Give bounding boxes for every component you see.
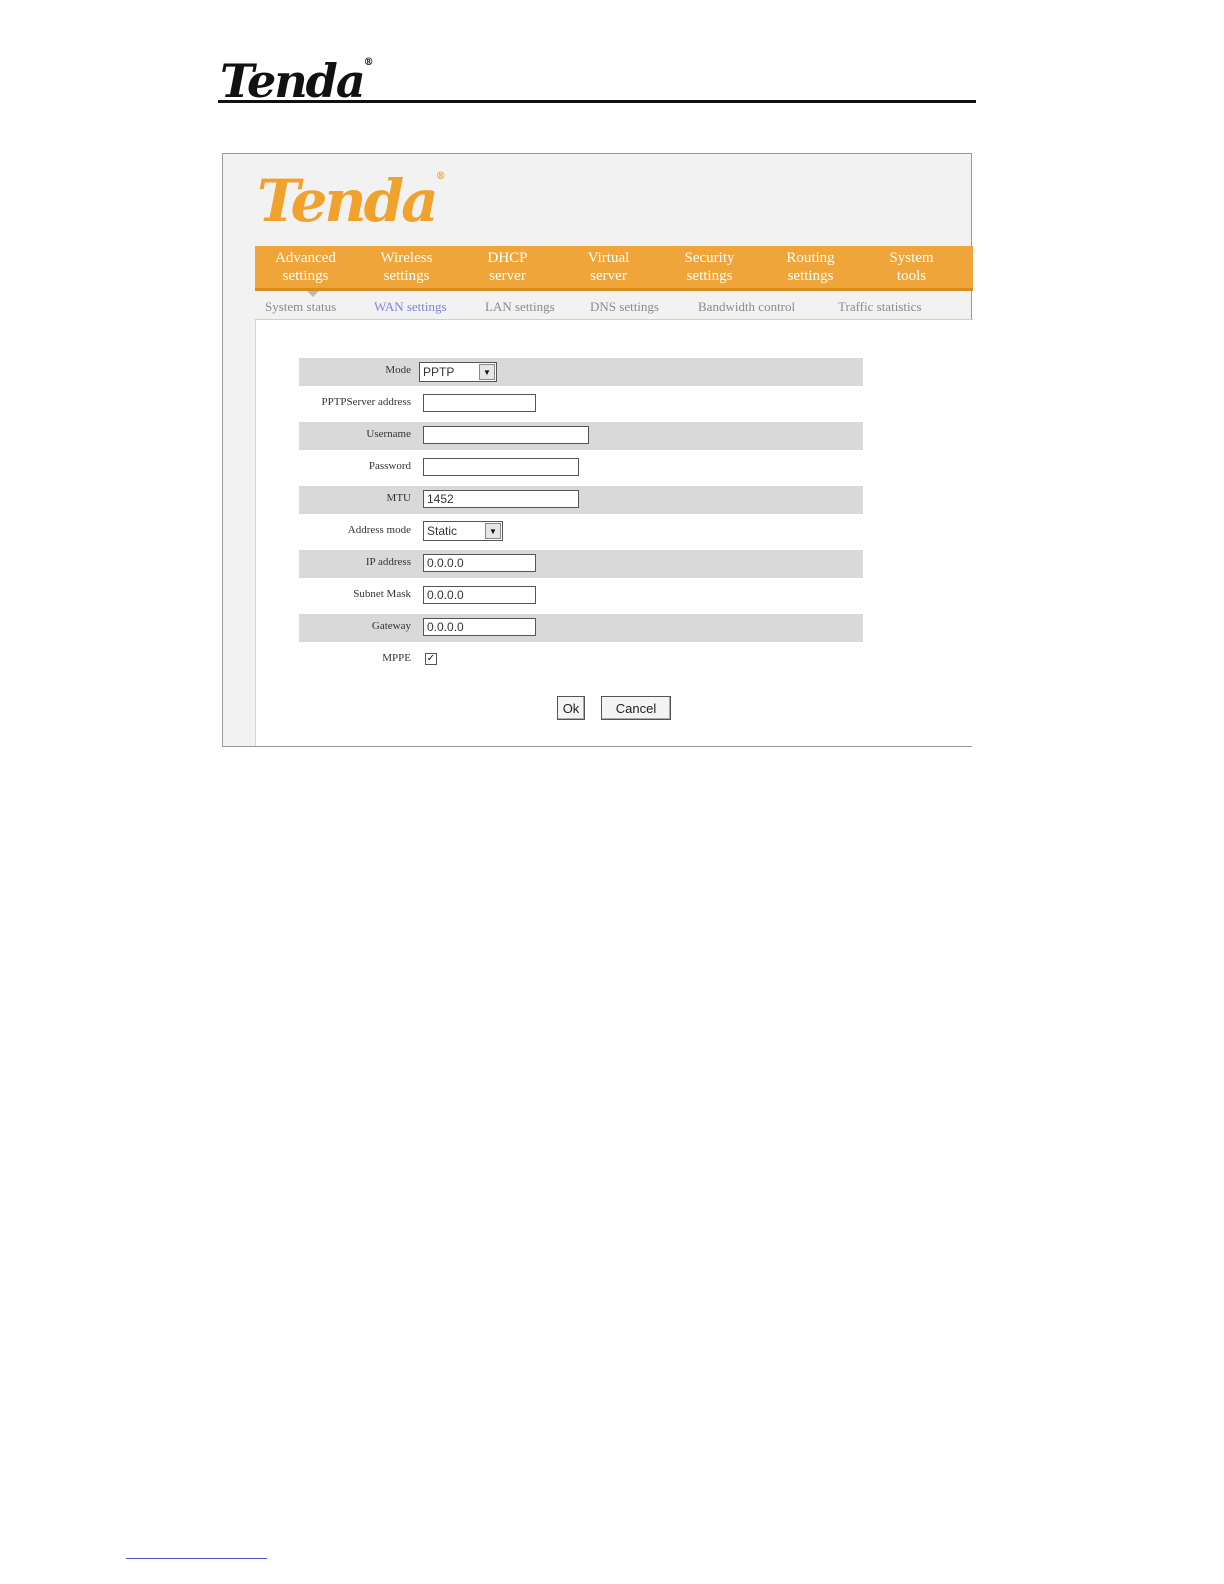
- document-header-rule: [218, 100, 976, 103]
- document-logo-mark: ®: [363, 57, 374, 68]
- mode-label: Mode: [385, 364, 411, 376]
- top-navigation: Advanced settings Wireless settings DHCP…: [255, 246, 973, 291]
- chevron-down-icon[interactable]: ▼: [479, 364, 495, 380]
- subnet-mask-label: Subnet Mask: [353, 588, 411, 600]
- form-row-pptp-server: PPTPServer address: [299, 390, 863, 418]
- active-nav-pointer-icon: [307, 291, 319, 297]
- mtu-input[interactable]: 1452: [423, 490, 579, 508]
- nav-virtual-server[interactable]: Virtual server: [558, 246, 659, 288]
- nav-label-line2: settings: [282, 268, 329, 284]
- nav-label-line2: server: [489, 268, 526, 284]
- form-row-username: Username: [299, 422, 863, 450]
- nav-security-settings[interactable]: Security settings: [659, 246, 760, 288]
- nav-wireless-settings[interactable]: Wireless settings: [356, 246, 457, 288]
- username-label: Username: [366, 428, 411, 440]
- nav-label-line1: Virtual: [587, 250, 630, 266]
- pptp-server-label: PPTPServer address: [321, 396, 411, 408]
- ok-button[interactable]: Ok: [557, 696, 585, 720]
- form-row-mtu: MTU 1452: [299, 486, 863, 514]
- nav-label-line2: server: [590, 268, 627, 284]
- password-input[interactable]: [423, 458, 579, 476]
- subnav-traffic-statistics[interactable]: Traffic statistics: [838, 299, 921, 315]
- address-mode-label: Address mode: [347, 524, 411, 536]
- form-row-mppe: MPPE ✓: [299, 646, 863, 674]
- sub-navigation: System status WAN settings LAN settings …: [261, 299, 973, 319]
- nav-advanced-settings[interactable]: Advanced settings: [255, 246, 356, 288]
- mode-select-value: PPTP: [423, 365, 455, 379]
- password-label: Password: [368, 460, 411, 472]
- form-row-address-mode: Address mode Static ▼: [299, 518, 863, 546]
- nav-label-line1: System: [889, 250, 934, 266]
- mtu-label: MTU: [386, 492, 411, 504]
- nav-routing-settings[interactable]: Routing settings: [760, 246, 861, 288]
- document-logo: Tenda®: [220, 57, 374, 105]
- nav-dhcp-server[interactable]: DHCP server: [457, 246, 558, 288]
- gateway-label: Gateway: [371, 620, 411, 632]
- nav-label-line1: Advanced: [275, 250, 336, 266]
- mppe-label: MPPE: [382, 652, 411, 664]
- nav-label-line1: Security: [684, 250, 735, 266]
- form-row-mode: Mode PPTP ▼: [299, 358, 863, 386]
- subnav-dns-settings[interactable]: DNS settings: [590, 299, 659, 315]
- subnet-mask-input[interactable]: 0.0.0.0: [423, 586, 536, 604]
- subnav-wan-settings[interactable]: WAN settings: [374, 299, 447, 315]
- nav-label-line1: Wireless: [380, 250, 433, 266]
- form-row-ip-address: IP address 0.0.0.0: [299, 550, 863, 578]
- router-admin-window: Tenda® Advanced settings Wireless settin…: [222, 153, 974, 747]
- address-mode-select[interactable]: Static ▼: [423, 521, 503, 541]
- address-mode-select-value: Static: [427, 524, 458, 538]
- username-input[interactable]: [423, 426, 589, 444]
- subnav-system-status[interactable]: System status: [265, 299, 336, 315]
- form-row-password: Password: [299, 454, 863, 482]
- nav-label-line2: tools: [896, 268, 927, 284]
- nav-label-line1: Routing: [786, 250, 835, 266]
- form-row-gateway: Gateway 0.0.0.0: [299, 614, 863, 642]
- gateway-input[interactable]: 0.0.0.0: [423, 618, 536, 636]
- form-row-subnet-mask: Subnet Mask 0.0.0.0: [299, 582, 863, 610]
- nav-label-line2: settings: [787, 268, 834, 284]
- subnav-lan-settings[interactable]: LAN settings: [485, 299, 555, 315]
- cancel-button[interactable]: Cancel: [601, 696, 671, 720]
- nav-label-line2: settings: [383, 268, 430, 284]
- app-logo-text: Tenda: [257, 167, 439, 235]
- pptp-server-input[interactable]: [423, 394, 536, 412]
- subnav-bandwidth-control[interactable]: Bandwidth control: [698, 299, 795, 315]
- ip-address-input[interactable]: 0.0.0.0: [423, 554, 536, 572]
- nav-label-line2: settings: [686, 268, 733, 284]
- footer-rule: [126, 1558, 267, 1559]
- nav-label-line1: DHCP: [487, 250, 528, 266]
- app-logo: Tenda®: [257, 171, 446, 231]
- mppe-checkbox[interactable]: ✓: [425, 653, 437, 665]
- mode-select[interactable]: PPTP ▼: [419, 362, 497, 382]
- ip-address-label: IP address: [365, 556, 411, 568]
- chevron-down-icon[interactable]: ▼: [485, 523, 501, 539]
- app-logo-mark: ®: [435, 171, 446, 182]
- nav-system-tools[interactable]: System tools: [861, 246, 962, 288]
